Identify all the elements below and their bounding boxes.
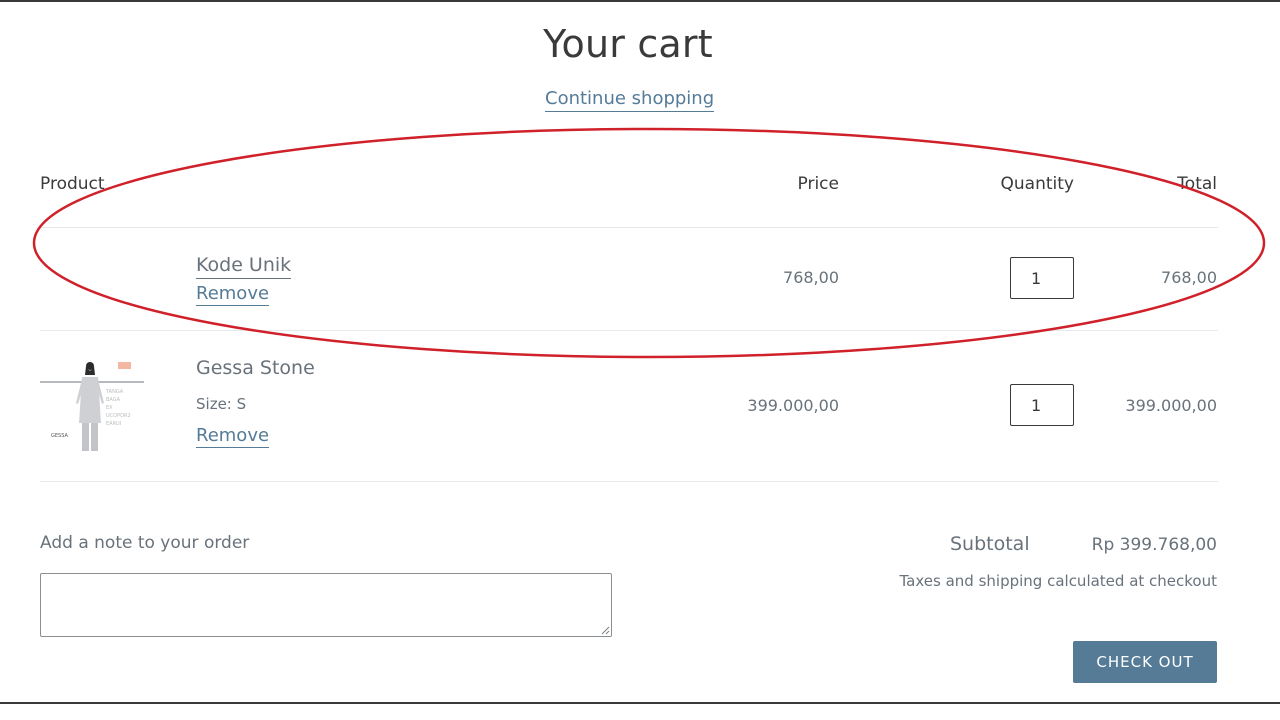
line-total: 399.000,00 [1125, 396, 1217, 415]
page-title: Your cart [543, 22, 713, 66]
column-header-product: Product [40, 174, 105, 194]
continue-shopping-link[interactable]: Continue shopping [545, 88, 715, 112]
product-image: TANGA BAGA EX UCOPOR2 EARUI GESSA [40, 362, 144, 451]
bottom-border [0, 702, 1280, 704]
product-variant: Size: S [196, 395, 247, 413]
quantity-input[interactable] [1010, 384, 1074, 426]
svg-text:TANGA: TANGA [105, 389, 124, 395]
quantity-input[interactable] [1010, 257, 1074, 299]
line-total: 768,00 [1161, 268, 1217, 287]
order-note-textarea[interactable] [40, 573, 612, 637]
column-header-quantity: Quantity [1000, 174, 1074, 194]
tax-shipping-note: Taxes and shipping calculated at checkou… [899, 572, 1218, 590]
svg-text:UCOPOR2: UCOPOR2 [106, 413, 131, 419]
thumbnail-brand-text: GESSA [51, 433, 68, 439]
table-divider [40, 227, 1218, 228]
column-header-total: Total [1177, 174, 1217, 194]
table-divider [40, 481, 1218, 482]
resize-grip-icon[interactable] [601, 626, 610, 635]
subtotal-value: Rp 399.768,00 [1091, 535, 1217, 555]
product-name: Gessa Stone [196, 357, 315, 379]
remove-button[interactable]: Remove [196, 283, 270, 306]
column-header-price: Price [797, 174, 839, 194]
top-border [0, 0, 1280, 2]
order-note-label: Add a note to your order [40, 533, 250, 553]
line-price: 399.000,00 [747, 396, 839, 415]
product-name-link[interactable]: Kode Unik [196, 254, 292, 279]
svg-text:EX: EX [106, 405, 113, 411]
product-thumbnail[interactable]: TANGA BAGA EX UCOPOR2 EARUI GESSA [40, 355, 144, 459]
svg-text:EARUI: EARUI [106, 421, 121, 427]
table-divider [40, 330, 1218, 331]
svg-text:BAGA: BAGA [106, 397, 121, 403]
checkout-button[interactable]: CHECK OUT [1073, 641, 1217, 683]
subtotal-label: Subtotal [950, 533, 1030, 555]
remove-button[interactable]: Remove [196, 425, 270, 448]
line-price: 768,00 [783, 268, 839, 287]
